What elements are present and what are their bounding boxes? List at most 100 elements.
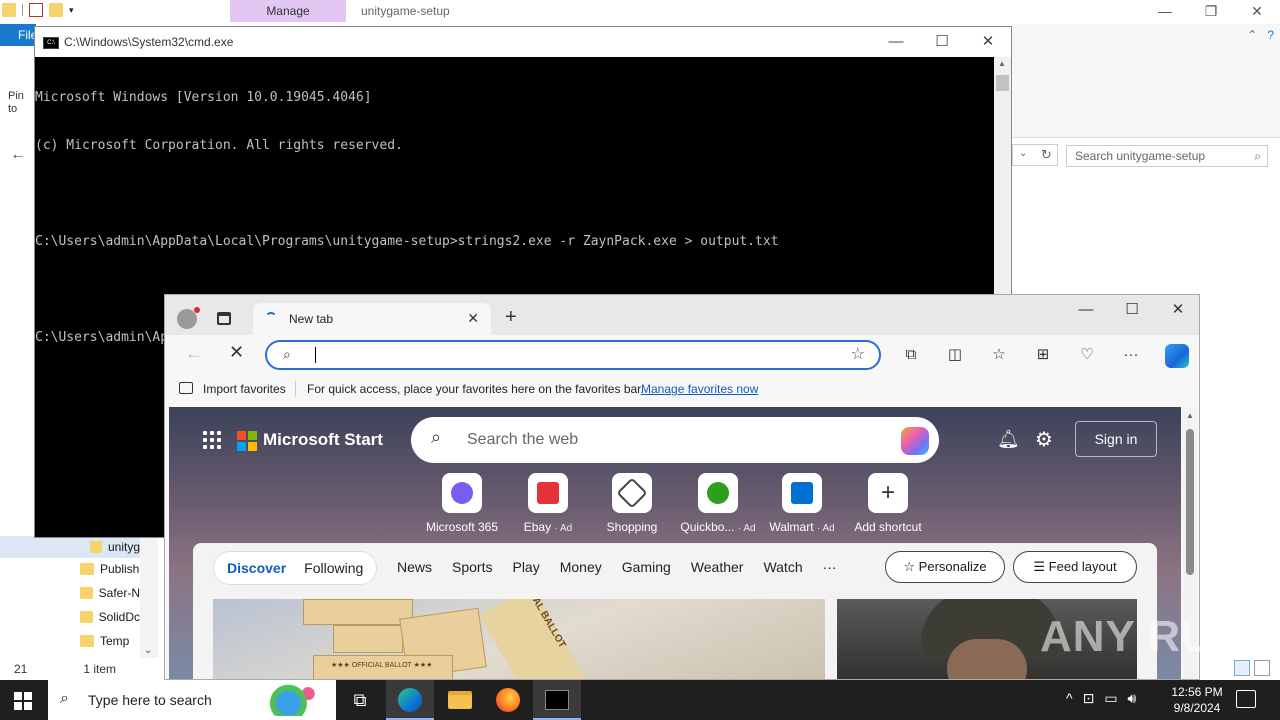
refresh-icon[interactable]: ↻ — [1041, 147, 1052, 163]
shortcut-label: Shopping — [587, 520, 677, 534]
customize-qat-icon[interactable]: ▾ — [69, 5, 74, 16]
tab-discover[interactable]: Discover — [218, 560, 295, 576]
edge-taskbar-icon[interactable] — [386, 680, 434, 720]
chevron-down-icon[interactable]: ⌄ — [144, 645, 152, 656]
maximize-icon[interactable]: ☐ — [1109, 295, 1155, 327]
cmd-taskbar-icon[interactable] — [533, 680, 581, 720]
feed-layout-button[interactable]: ☰ Feed layout — [1013, 551, 1137, 583]
nav-gaming[interactable]: Gaming — [622, 559, 671, 575]
cmd-titlebar[interactable]: C:\ C:\Windows\System32\cmd.exe — ☐ ✕ — [35, 27, 1011, 57]
shortcut-walmart[interactable]: Walmart · Ad — [757, 473, 847, 534]
tab-new-tab[interactable]: New tab ✕ — [253, 303, 491, 335]
browser-essentials-icon[interactable]: ♡ — [1075, 345, 1099, 365]
list-item[interactable]: Safer-N — [80, 582, 140, 604]
taskbar-search-input[interactable]: ⌕ Type here to search — [48, 680, 336, 720]
nav-more[interactable]: ··· — [823, 559, 837, 575]
properties-icon[interactable] — [29, 3, 43, 17]
cmd-window-title: C:\Windows\System32\cmd.exe — [64, 35, 234, 49]
more-menu-icon[interactable]: ··· — [1119, 345, 1143, 365]
new-tab-button[interactable]: + — [505, 306, 517, 329]
chevron-down-icon[interactable]: ⌄ — [1019, 148, 1027, 159]
nav-watch[interactable]: Watch — [763, 559, 802, 575]
minimize-icon[interactable]: — — [873, 27, 919, 57]
details-view-icon[interactable] — [1234, 660, 1250, 676]
news-card-image[interactable]: CIAL BALLOT ★★★ OFFICIAL BALLOT ★★★ — [213, 599, 825, 679]
firefox-taskbar-icon[interactable] — [484, 680, 532, 720]
shortcut-label-text: Shopping — [606, 520, 658, 534]
address-bar-end[interactable]: ⌄ ↻ — [1012, 144, 1058, 166]
list-item[interactable]: Temp — [80, 630, 140, 652]
split-screen-icon[interactable]: ◫ — [943, 345, 967, 365]
face-shape — [947, 639, 1027, 679]
restore-icon[interactable]: ❐ — [1188, 0, 1234, 22]
ribbon-tab-file[interactable]: File — [0, 24, 37, 46]
notifications-bell-icon[interactable]: 🔔︎ — [997, 429, 1020, 450]
chevron-up-icon[interactable]: ^ — [1066, 690, 1073, 707]
help-icon[interactable]: ? — [1267, 28, 1274, 42]
list-item[interactable]: unityg — [0, 536, 140, 558]
shortcut-quickbooks[interactable]: Quickbo... · Ad — [673, 473, 763, 534]
scrollbar-thumb[interactable] — [996, 75, 1009, 91]
list-item[interactable]: SolidDc — [80, 606, 140, 628]
chevron-up-icon[interactable]: ⌃ — [1247, 28, 1257, 42]
address-bar[interactable]: ⌕ ☆ — [265, 340, 881, 370]
tab-actions-icon[interactable] — [217, 312, 231, 325]
import-favorites-button[interactable]: Import favorites — [203, 382, 286, 396]
tab-title: New tab — [289, 312, 334, 326]
shortcut-microsoft-365[interactable]: Microsoft 365 — [417, 473, 507, 534]
close-icon[interactable]: ✕ — [965, 27, 1011, 57]
scrollbar-thumb[interactable] — [1186, 429, 1194, 575]
pin-to-quick-access-label[interactable]: Pin to — [8, 90, 36, 116]
nav-sports[interactable]: Sports — [452, 559, 492, 575]
back-arrow-icon[interactable]: ← — [10, 146, 26, 164]
copilot-icon[interactable] — [901, 427, 929, 455]
notification-center-icon[interactable] — [1236, 690, 1256, 708]
nav-news[interactable]: News — [397, 559, 432, 575]
close-icon[interactable]: ✕ — [1155, 295, 1199, 327]
ribbon-tab-manage[interactable]: Manage — [230, 0, 346, 22]
chevron-up-icon[interactable]: ▲ — [998, 59, 1006, 68]
network-icon[interactable]: ⊡ — [1083, 690, 1095, 707]
folder-icon — [90, 541, 102, 553]
sign-in-button[interactable]: Sign in — [1075, 421, 1157, 457]
profile-alert-badge — [194, 307, 200, 313]
nav-weather[interactable]: Weather — [691, 559, 744, 575]
favorite-star-icon[interactable]: ☆ — [851, 344, 865, 364]
maximize-icon[interactable]: ☐ — [919, 27, 965, 57]
close-icon[interactable]: ✕ — [1234, 0, 1280, 22]
taskbar-clock[interactable]: 12:56 PM 9/8/2024 — [1168, 684, 1226, 716]
personalize-button[interactable]: ☆ Personalize — [885, 551, 1005, 583]
new-folder-icon[interactable] — [49, 3, 63, 17]
favorites-icon[interactable]: ☆ — [987, 345, 1011, 365]
app-launcher-icon[interactable] — [203, 431, 221, 449]
ethernet-icon[interactable]: ▭ — [1104, 690, 1117, 707]
nav-play[interactable]: Play — [512, 559, 539, 575]
stop-loading-icon[interactable]: ✕ — [229, 342, 244, 363]
nav-money[interactable]: Money — [560, 559, 602, 575]
minimize-icon[interactable]: — — [1142, 0, 1188, 22]
web-search-input[interactable]: ⌕ Search the web — [411, 417, 939, 463]
tab-following[interactable]: Following — [295, 560, 372, 576]
shortcut-shopping[interactable]: Shopping — [587, 473, 677, 534]
file-explorer-taskbar-icon[interactable] — [436, 680, 484, 720]
extensions-icon[interactable]: ⧉ — [899, 345, 923, 365]
back-arrow-icon[interactable]: ← — [185, 343, 203, 364]
copilot-icon[interactable] — [1165, 344, 1189, 368]
list-item[interactable]: Publish — [80, 558, 140, 580]
close-tab-icon[interactable]: ✕ — [467, 310, 479, 327]
windows-start-icon[interactable] — [14, 692, 32, 710]
shortcut-ebay[interactable]: Ebay · Ad — [503, 473, 593, 534]
gear-icon[interactable]: ⚙ — [1035, 427, 1053, 452]
file-list-scrollbar[interactable]: ⌄ — [140, 536, 158, 658]
minimize-icon[interactable]: — — [1063, 295, 1109, 327]
shortcut-add[interactable]: + Add shortcut — [843, 473, 933, 534]
collections-icon[interactable]: ⊞ — [1031, 345, 1055, 365]
volume-icon[interactable]: 🔊︎ — [1128, 690, 1137, 707]
explorer-titlebar: ▾ Manage unitygame-setup — ❐ ✕ — [0, 0, 1280, 24]
explorer-search-input[interactable]: Search unitygame-setup ⌕ — [1066, 145, 1268, 167]
brand-title[interactable]: Microsoft Start — [263, 430, 383, 450]
chevron-up-icon[interactable]: ▲ — [1186, 411, 1194, 420]
task-view-icon[interactable]: ⧉ — [336, 680, 384, 720]
manage-favorites-link[interactable]: Manage favorites now — [641, 382, 758, 396]
large-icons-view-icon[interactable] — [1254, 660, 1270, 676]
